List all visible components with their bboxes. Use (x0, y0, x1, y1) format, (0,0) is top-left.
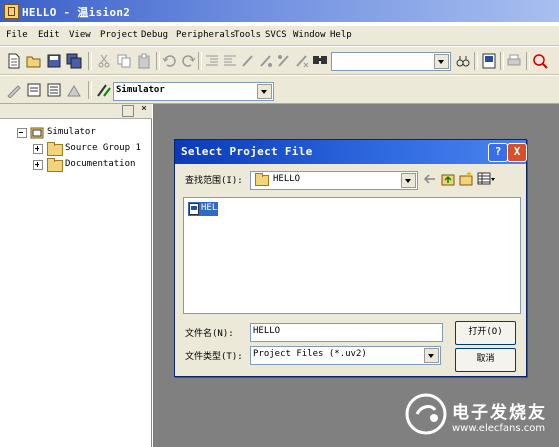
tree-expand-icon[interactable] (33, 160, 43, 170)
target-folder-icon (30, 127, 44, 139)
title-bar: HELLO - 温ision2 (0, 0, 559, 22)
project-file-icon (189, 203, 199, 215)
chevron-down-icon[interactable] (401, 173, 416, 188)
folder-icon (47, 142, 63, 156)
stop-build-icon[interactable] (66, 82, 82, 98)
close-button[interactable]: X (507, 143, 527, 162)
help-button[interactable]: ? (488, 143, 508, 162)
project-workspace: × Simulator Source Group 1 Documentation (0, 103, 152, 447)
menu-tools[interactable]: Tools (234, 30, 261, 40)
up-folder-icon[interactable] (441, 171, 455, 186)
undo-icon[interactable] (162, 53, 178, 69)
redo-icon[interactable] (180, 53, 196, 69)
bookmark-clear-icon[interactable] (294, 53, 310, 69)
browse-icon[interactable] (481, 53, 497, 69)
menu-window[interactable]: Window (293, 30, 326, 40)
find-text-combo[interactable] (331, 52, 451, 71)
filetype-label: 文件类型(T): (185, 352, 243, 362)
menu-project[interactable]: Project (100, 30, 138, 40)
menu-debug[interactable]: Debug (141, 30, 168, 40)
menu-peripherals[interactable]: Peripherals (176, 30, 236, 40)
zoom-icon[interactable] (532, 53, 548, 69)
filetype-select[interactable]: Project Files (*.uv2) (250, 346, 441, 365)
file-list[interactable]: HELLO (183, 197, 521, 314)
target-select[interactable]: Simulator (113, 82, 274, 101)
open-file-icon[interactable] (26, 53, 42, 69)
folder-icon (47, 158, 63, 172)
dialog-title-bar: Select Project File ? X (175, 140, 527, 164)
bookmark-toggle-icon[interactable] (240, 53, 256, 69)
menu-help[interactable]: Help (330, 30, 352, 40)
tree-collapse-icon[interactable] (17, 128, 27, 138)
view-menu-icon[interactable] (477, 171, 495, 186)
translate-icon[interactable] (6, 82, 22, 98)
find-in-files-icon[interactable] (312, 53, 328, 69)
pane-close-icon[interactable]: × (141, 103, 147, 114)
open-button[interactable]: 打开(O) (455, 321, 516, 345)
bookmark-prev-icon[interactable] (276, 53, 292, 69)
chevron-down-icon[interactable] (434, 54, 449, 69)
watermark-logo (405, 393, 447, 435)
copy-icon[interactable] (116, 53, 132, 69)
indent-icon[interactable] (204, 53, 220, 69)
target-options-icon[interactable] (96, 82, 112, 98)
menu-edit[interactable]: Edit (38, 30, 60, 40)
unindent-icon[interactable] (222, 53, 238, 69)
build-target-icon[interactable] (26, 82, 42, 98)
print-icon[interactable] (506, 53, 522, 69)
tree-expand-icon[interactable] (33, 144, 43, 154)
save-all-icon[interactable] (66, 53, 82, 69)
chevron-down-icon[interactable] (257, 84, 272, 99)
tree-root[interactable]: Simulator (47, 127, 96, 137)
look-in-label: 查找范围(I): (185, 176, 243, 186)
standard-toolbar (0, 47, 559, 75)
look-in-select[interactable]: HELLO (250, 171, 418, 190)
list-item[interactable]: HELLO (188, 202, 228, 216)
cancel-button[interactable]: 取消 (455, 348, 516, 372)
save-icon[interactable] (46, 53, 62, 69)
file-name: HELLO (201, 203, 229, 213)
look-in-value: HELLO (273, 174, 301, 184)
app-icon (4, 4, 19, 19)
dialog-title: Select Project File (181, 145, 313, 158)
watermark-brand: 电子发烧友 (452, 403, 547, 423)
filename-input[interactable]: HELLO (250, 323, 443, 342)
folder-icon (255, 173, 269, 186)
menu-file[interactable]: File (6, 30, 28, 40)
watermark-url: www.elecfans.com (452, 423, 546, 434)
tree-item-source-group[interactable]: Source Group 1 (65, 143, 141, 153)
menu-view[interactable]: View (69, 30, 91, 40)
bookmark-next-icon[interactable] (258, 53, 274, 69)
menu-bar: File Edit View Project Debug Peripherals… (0, 26, 559, 46)
window-title: HELLO - 温ision2 (22, 6, 131, 19)
cut-icon[interactable] (96, 53, 112, 69)
back-icon[interactable] (423, 172, 437, 186)
find-icon[interactable] (455, 53, 471, 69)
filetype-value: Project Files (*.uv2) (253, 349, 367, 359)
menu-svcs[interactable]: SVCS (265, 30, 287, 40)
select-project-dialog: Select Project File ? X 查找范围(I): HELLO H… (174, 139, 527, 377)
target-select-value: Simulator (116, 85, 165, 95)
paste-icon[interactable] (136, 53, 152, 69)
filename-label: 文件名(N): (185, 329, 234, 339)
pane-header: × (0, 103, 152, 119)
tree-item-documentation[interactable]: Documentation (65, 159, 135, 169)
new-folder-icon[interactable] (459, 171, 473, 186)
pane-restore-icon[interactable] (122, 105, 134, 117)
chevron-down-icon[interactable] (424, 348, 439, 363)
build-toolbar: Simulator (0, 76, 559, 104)
rebuild-all-icon[interactable] (46, 82, 62, 98)
new-file-icon[interactable] (6, 53, 22, 69)
